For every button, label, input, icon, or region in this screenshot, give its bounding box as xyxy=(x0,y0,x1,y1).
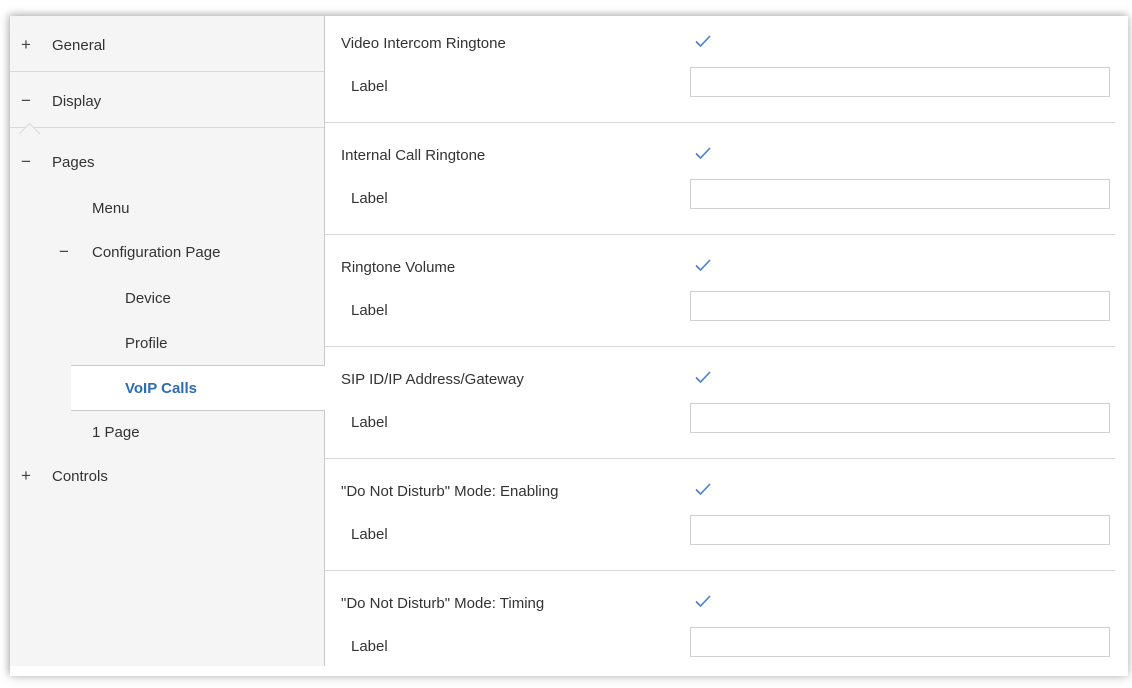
field-label: Label xyxy=(351,638,388,655)
label-input[interactable] xyxy=(690,515,1110,545)
label-input[interactable] xyxy=(690,291,1110,321)
setting-dnd-mode-enabling: "Do Not Disturb" Mode: Enabling Label xyxy=(325,464,1115,576)
label-input[interactable] xyxy=(690,179,1110,209)
divider xyxy=(325,458,1115,459)
tree-item-label: General xyxy=(52,36,106,54)
tree-item-label: Pages xyxy=(52,153,95,171)
setting-title: Ringtone Volume xyxy=(341,259,456,276)
tree-item-voip-calls[interactable]: VoIP Calls xyxy=(71,365,325,411)
check-icon[interactable] xyxy=(692,478,714,500)
tree-item-profile[interactable]: Profile xyxy=(10,321,324,365)
tree-item-label: Profile xyxy=(125,334,168,352)
setting-video-intercom-ringtone: Video Intercom Ringtone Label xyxy=(325,16,1115,128)
field-label: Label xyxy=(351,302,388,319)
sidebar-tree: + General − Display − Pages Menu − Confi… xyxy=(10,16,325,666)
divider xyxy=(325,570,1115,571)
tree-item-label: Controls xyxy=(52,467,108,485)
divider xyxy=(325,234,1115,235)
field-label: Label xyxy=(351,78,388,95)
divider xyxy=(10,71,324,72)
setting-ringtone-volume: Ringtone Volume Label xyxy=(325,240,1115,352)
field-label: Label xyxy=(351,414,388,431)
tree-item-device[interactable]: Device xyxy=(10,276,324,320)
tree-item-label: Device xyxy=(125,289,171,307)
tree-item-pages[interactable]: − Pages xyxy=(10,140,324,184)
label-input[interactable] xyxy=(690,627,1110,657)
tree-item-general[interactable]: + General xyxy=(10,23,324,67)
plus-icon[interactable]: + xyxy=(16,35,36,55)
check-icon[interactable] xyxy=(692,254,714,276)
label-input[interactable] xyxy=(690,403,1110,433)
setting-title: SIP ID/IP Address/Gateway xyxy=(341,371,524,388)
check-icon[interactable] xyxy=(692,366,714,388)
tree-item-label: Menu xyxy=(92,199,130,217)
divider xyxy=(10,127,324,128)
minus-icon[interactable]: − xyxy=(16,91,36,111)
window: + General − Display − Pages Menu − Confi… xyxy=(10,16,1128,676)
parameters-panel: Video Intercom Ringtone Label Internal C… xyxy=(325,16,1128,666)
check-icon[interactable] xyxy=(692,142,714,164)
minus-icon[interactable]: − xyxy=(54,242,74,262)
setting-title: "Do Not Disturb" Mode: Enabling xyxy=(341,483,559,500)
tree-item-label: 1 Page xyxy=(92,423,140,441)
tree-item-configuration-page[interactable]: − Configuration Page xyxy=(10,230,324,274)
setting-title: "Do Not Disturb" Mode: Timing xyxy=(341,595,545,612)
field-label: Label xyxy=(351,526,388,543)
setting-title: Video Intercom Ringtone xyxy=(341,35,506,52)
setting-dnd-mode-timing: "Do Not Disturb" Mode: Timing Label xyxy=(325,576,1115,688)
tree-item-controls[interactable]: + Controls xyxy=(10,454,324,498)
check-icon[interactable] xyxy=(692,30,714,52)
tree-item-menu[interactable]: Menu xyxy=(10,186,324,230)
field-label: Label xyxy=(351,190,388,207)
plus-icon[interactable]: + xyxy=(16,466,36,486)
check-icon[interactable] xyxy=(692,590,714,612)
label-input[interactable] xyxy=(690,67,1110,97)
setting-internal-call-ringtone: Internal Call Ringtone Label xyxy=(325,128,1115,240)
divider xyxy=(325,346,1115,347)
tree-item-label: VoIP Calls xyxy=(125,379,197,397)
setting-title: Internal Call Ringtone xyxy=(341,147,486,164)
tree-item-1-page[interactable]: 1 Page xyxy=(10,410,324,454)
tree-item-display[interactable]: − Display xyxy=(10,79,324,123)
tree-item-label: Configuration Page xyxy=(92,243,221,261)
tree-item-label: Display xyxy=(52,92,102,110)
setting-sip-id-ip-address-gateway: SIP ID/IP Address/Gateway Label xyxy=(325,352,1115,464)
minus-icon[interactable]: − xyxy=(16,152,36,172)
divider xyxy=(325,122,1115,123)
